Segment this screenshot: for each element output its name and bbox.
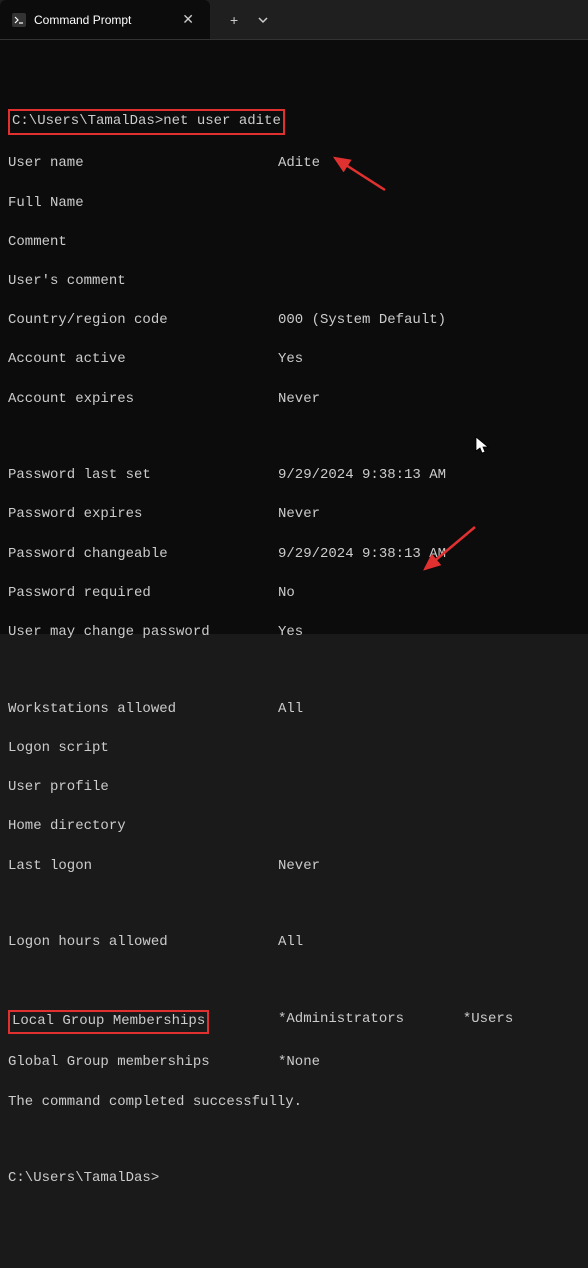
prompt-path: C:\Users\TamalDas> [12,113,163,129]
user-may-change-label: User may change password [8,623,278,643]
pw-changeable-value: 9/29/2024 9:38:13 AM [278,545,580,565]
last-logon-label: Last logon [8,857,278,877]
global-group-value: *None [278,1053,580,1073]
user-name-value: Adite [278,154,580,174]
home-dir-value [278,817,580,837]
tab-title: Command Prompt [34,13,170,27]
pw-required-label: Password required [8,584,278,604]
pw-expires-value: Never [278,505,580,525]
full-name-label: Full Name [8,194,278,214]
titlebar-actions: + [210,8,276,32]
command-line-highlight: C:\Users\TamalDas>net user adite [8,109,285,135]
pw-changeable-label: Password changeable [8,545,278,565]
user-name-label: User name [8,154,278,174]
logon-hours-value: All [278,933,580,953]
users-comment-label: User's comment [8,272,278,292]
tab-command-prompt[interactable]: Command Prompt ✕ [0,0,210,39]
logon-script-value [278,739,580,759]
completed-message: The command completed successfully. [8,1093,580,1113]
workstations-label: Workstations allowed [8,700,278,720]
comment-value [278,233,580,253]
account-expires-value: Never [278,390,580,410]
pw-required-value: No [278,584,580,604]
global-group-label: Global Group memberships [8,1053,278,1073]
chevron-down-icon [258,15,268,25]
local-group-value: *Administrators *Users [278,1010,580,1034]
cmd-icon [12,13,26,27]
terminal-output[interactable]: C:\Users\TamalDas>net user adite User na… [0,40,588,634]
local-group-highlight: Local Group Memberships [8,1010,209,1034]
pw-last-set-label: Password last set [8,466,278,486]
country-label: Country/region code [8,311,278,331]
last-logon-value: Never [278,857,580,877]
full-name-value [278,194,580,214]
prompt-idle: C:\Users\TamalDas> [8,1169,580,1189]
logon-hours-label: Logon hours allowed [8,933,278,953]
users-comment-value [278,272,580,292]
tab-dropdown-button[interactable] [250,8,276,32]
local-group-label: Local Group Memberships [12,1013,205,1029]
new-tab-button[interactable]: + [222,8,246,32]
logon-script-label: Logon script [8,739,278,759]
close-icon[interactable]: ✕ [178,9,198,30]
user-profile-value [278,778,580,798]
pw-expires-label: Password expires [8,505,278,525]
user-may-change-value: Yes [278,623,580,643]
comment-label: Comment [8,233,278,253]
pw-last-set-value: 9/29/2024 9:38:13 AM [278,466,580,486]
titlebar: Command Prompt ✕ + [0,0,588,40]
workstations-value: All [278,700,580,720]
typed-command: net user adite [163,113,281,129]
country-value: 000 (System Default) [278,311,580,331]
user-profile-label: User profile [8,778,278,798]
home-dir-label: Home directory [8,817,278,837]
account-active-value: Yes [278,350,580,370]
account-expires-label: Account expires [8,390,278,410]
account-active-label: Account active [8,350,278,370]
